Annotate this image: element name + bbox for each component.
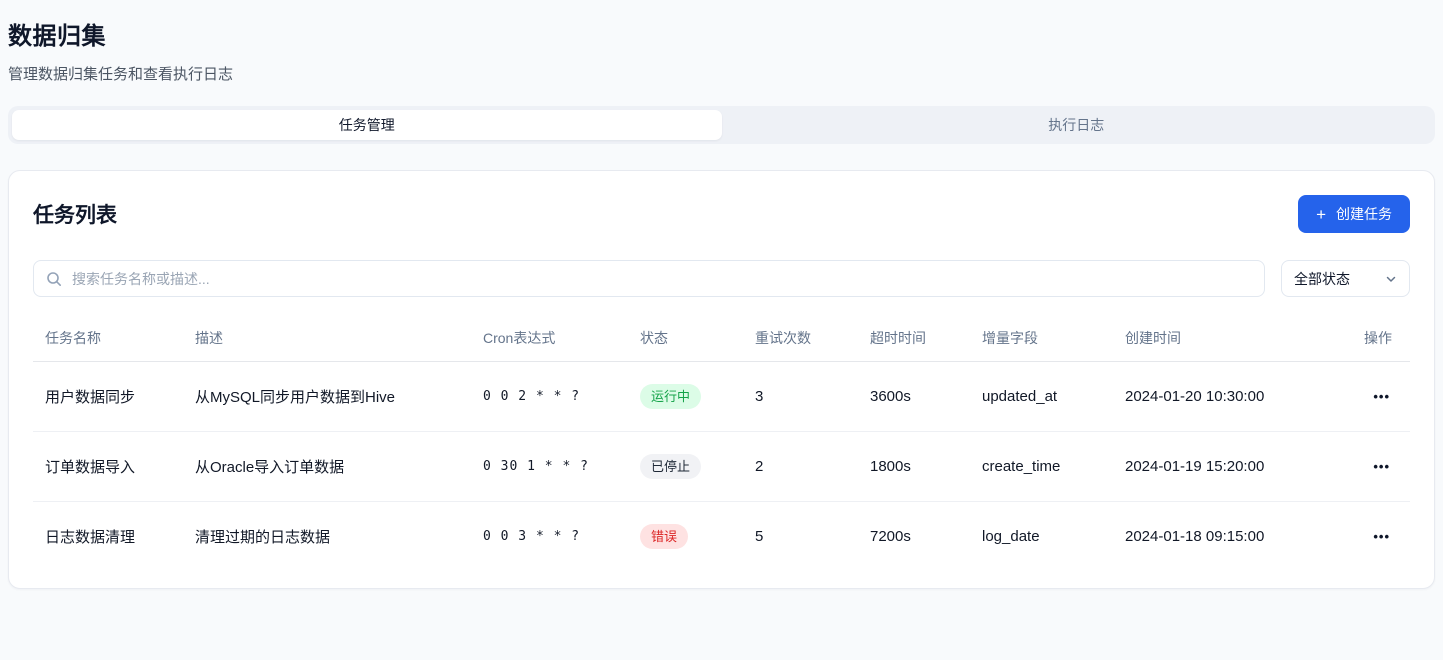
column-header-status: 状态: [628, 311, 743, 362]
row-actions-button[interactable]: •••: [1371, 386, 1392, 407]
status-filter-value: 全部状态: [1294, 269, 1350, 289]
create-task-label: 创建任务: [1336, 204, 1392, 224]
task-list-card: 任务列表 + 创建任务 全部状态: [8, 170, 1435, 589]
column-header-name: 任务名称: [33, 311, 183, 362]
row-actions-button[interactable]: •••: [1371, 456, 1392, 477]
task-timeout: 7200s: [858, 502, 970, 572]
search-icon: [46, 271, 62, 287]
column-header-cron: Cron表达式: [471, 311, 628, 362]
task-description: 从Oracle导入订单数据: [183, 432, 471, 502]
task-incremental-field: updated_at: [970, 362, 1113, 432]
status-badge: 错误: [640, 524, 688, 549]
table-row: 订单数据导入 从Oracle导入订单数据 0 30 1 * * ? 已停止 2 …: [33, 432, 1410, 502]
column-header-incremental-field: 增量字段: [970, 311, 1113, 362]
task-incremental-field: create_time: [970, 432, 1113, 502]
page: 数据归集 管理数据归集任务和查看执行日志 任务管理 执行日志 任务列表 + 创建…: [0, 0, 1443, 589]
task-retries: 5: [743, 502, 858, 572]
task-cron: 0 0 3 * * ?: [471, 502, 628, 572]
task-timeout: 1800s: [858, 432, 970, 502]
row-actions-button[interactable]: •••: [1371, 526, 1392, 547]
page-subtitle: 管理数据归集任务和查看执行日志: [8, 63, 1435, 84]
panel-title: 任务列表: [33, 199, 117, 229]
task-cron: 0 30 1 * * ?: [471, 432, 628, 502]
task-retries: 2: [743, 432, 858, 502]
status-filter-select[interactable]: 全部状态: [1281, 260, 1410, 297]
task-timeout: 3600s: [858, 362, 970, 432]
task-created-at: 2024-01-18 09:15:00: [1113, 502, 1313, 572]
status-badge: 已停止: [640, 454, 701, 479]
task-created-at: 2024-01-19 15:20:00: [1113, 432, 1313, 502]
page-title: 数据归集: [8, 16, 1435, 51]
task-table-header: 任务名称 描述 Cron表达式 状态 重试次数 超时时间 增量字段 创建时间 操…: [33, 311, 1410, 362]
task-name: 日志数据清理: [33, 502, 183, 572]
chevron-down-icon: [1385, 273, 1397, 285]
column-header-timeout: 超时时间: [858, 311, 970, 362]
task-cron: 0 0 2 * * ?: [471, 362, 628, 432]
tab-task-management[interactable]: 任务管理: [12, 110, 722, 140]
task-incremental-field: log_date: [970, 502, 1113, 572]
column-header-created-at: 创建时间: [1113, 311, 1313, 362]
column-header-retries: 重试次数: [743, 311, 858, 362]
table-row: 日志数据清理 清理过期的日志数据 0 0 3 * * ? 错误 5 7200s …: [33, 502, 1410, 572]
search-input[interactable]: [72, 271, 1252, 287]
task-table: 任务名称 描述 Cron表达式 状态 重试次数 超时时间 增量字段 创建时间 操…: [33, 311, 1410, 571]
column-header-actions: 操作: [1313, 311, 1410, 362]
task-name: 订单数据导入: [33, 432, 183, 502]
plus-icon: +: [1316, 206, 1326, 223]
create-task-button[interactable]: + 创建任务: [1298, 195, 1410, 233]
table-row: 用户数据同步 从MySQL同步用户数据到Hive 0 0 2 * * ? 运行中…: [33, 362, 1410, 432]
tab-bar: 任务管理 执行日志: [8, 106, 1435, 144]
task-description: 从MySQL同步用户数据到Hive: [183, 362, 471, 432]
tab-execution-logs[interactable]: 执行日志: [722, 110, 1432, 140]
task-name: 用户数据同步: [33, 362, 183, 432]
status-badge: 运行中: [640, 384, 701, 409]
task-created-at: 2024-01-20 10:30:00: [1113, 362, 1313, 432]
page-header: 数据归集 管理数据归集任务和查看执行日志: [8, 16, 1435, 84]
search-box[interactable]: [33, 260, 1265, 297]
task-retries: 3: [743, 362, 858, 432]
filter-row: 全部状态: [33, 260, 1410, 297]
column-header-description: 描述: [183, 311, 471, 362]
card-header: 任务列表 + 创建任务: [33, 195, 1410, 233]
task-description: 清理过期的日志数据: [183, 502, 471, 572]
